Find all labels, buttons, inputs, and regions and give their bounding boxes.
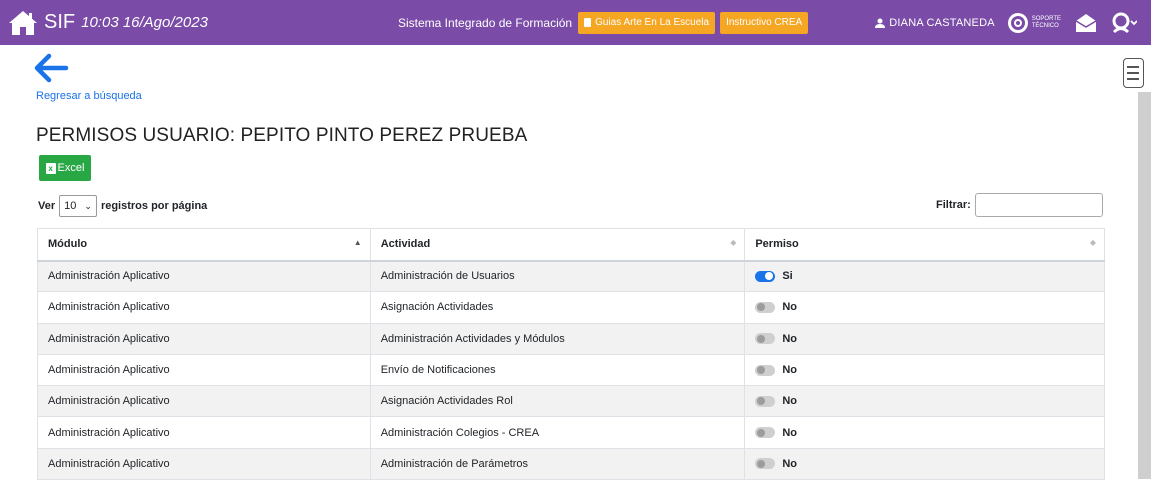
cell-modulo: Administración Aplicativo [37, 447, 371, 480]
table-row: Administración Aplicativo Administración … [37, 416, 1105, 449]
permission-toggle[interactable]: Si [755, 270, 1094, 282]
cell-modulo: Administración Aplicativo [37, 353, 371, 387]
cell-actividad: Administración de Parámetros [369, 447, 746, 480]
permission-label: No [782, 395, 798, 408]
toggle-switch-icon [755, 458, 776, 470]
support-link[interactable]: SOPORTE TÉCNICO [1007, 12, 1061, 34]
column-header-actividad[interactable]: Actividad ◆ [369, 228, 746, 262]
permission-toggle[interactable]: No [755, 395, 1094, 407]
table-row: Administración Aplicativo Asignación Acti… [37, 385, 1105, 418]
filter-input[interactable] [974, 193, 1103, 217]
cell-actividad: Envío de Notificaciones [369, 353, 746, 387]
system-title: Sistema Integrado de Formación [398, 15, 573, 30]
menu-icon[interactable] [1123, 58, 1144, 88]
toggle-switch-icon [755, 427, 776, 439]
toggle-switch-icon [755, 364, 776, 376]
length-prefix: Ver [38, 200, 56, 212]
cell-permiso: No [744, 322, 1105, 355]
guias-button[interactable]: Guias Arte En La Escuela [578, 11, 716, 34]
brand-name: SIF [44, 11, 76, 33]
permission-label: No [782, 426, 798, 439]
permission-label: No [782, 457, 798, 470]
permission-toggle[interactable]: No [755, 333, 1094, 345]
table-row: Administración Aplicativo Administración … [37, 322, 1105, 355]
permission-label: Si [782, 270, 793, 283]
cell-permiso: No [744, 447, 1105, 480]
table-row: Administración Aplicativo Administración … [37, 259, 1105, 293]
toggle-switch-icon [755, 270, 776, 282]
cell-permiso: No [744, 416, 1105, 449]
guias-button-label: Guias Arte En La Escuela [595, 16, 710, 28]
cell-modulo: Administración Aplicativo [37, 322, 371, 355]
page-length-control: Ver 10 ⌄ registros por página [38, 195, 207, 217]
toggle-switch-icon [755, 333, 776, 345]
user-menu-icon[interactable] [1111, 12, 1137, 34]
cell-actividad: Administración Colegios - CREA [369, 416, 746, 449]
cell-modulo: Administración Aplicativo [37, 259, 371, 293]
document-icon [584, 18, 592, 27]
instructivo-button[interactable]: Instructivo CREA [720, 11, 809, 34]
filter-label: Filtrar: [936, 199, 971, 211]
page-length-select[interactable]: 10 ⌄ [59, 195, 97, 217]
header-datetime: 10:03 16/Ago/2023 [81, 14, 208, 31]
column-header-label: Actividad [380, 238, 431, 251]
permission-toggle[interactable]: No [755, 364, 1094, 376]
chevron-down-icon: ⌄ [84, 200, 92, 211]
column-header-permiso[interactable]: Permiso ◆ [744, 228, 1105, 262]
brand[interactable]: SIF 10:03 16/Ago/2023 [8, 10, 208, 36]
permission-toggle[interactable]: No [755, 301, 1094, 313]
permission-toggle[interactable]: No [755, 427, 1094, 439]
length-suffix: registros por página [100, 200, 208, 212]
support-logo-icon [1007, 12, 1028, 33]
mail-icon[interactable] [1075, 13, 1097, 33]
user-icon [875, 18, 886, 28]
username[interactable]: DIANA CASTANEDA [889, 17, 995, 29]
cell-permiso: No [744, 353, 1105, 387]
cell-permiso: Si [744, 259, 1105, 293]
permission-label: No [782, 332, 798, 345]
toggle-switch-icon [755, 395, 776, 407]
back-arrow-icon[interactable] [33, 52, 69, 84]
excel-icon: x [45, 162, 56, 174]
table-row: Administración Aplicativo Envío de Notifi… [37, 353, 1105, 387]
scrollbar[interactable] [1138, 92, 1151, 479]
cell-modulo: Administración Aplicativo [37, 385, 371, 418]
excel-button-label: Excel [57, 162, 85, 174]
cell-actividad: Administración Actividades y Módulos [369, 322, 746, 355]
toggle-switch-icon [755, 301, 776, 313]
permission-toggle[interactable]: No [755, 458, 1094, 470]
top-navbar: SIF 10:03 16/Ago/2023 Sistema Integrado … [0, 0, 1151, 45]
permissions-table: Módulo ▲ Actividad ◆ Permiso ◆ Administr… [37, 228, 1105, 480]
cell-actividad: Administración de Usuarios [369, 259, 746, 293]
sort-icon: ◆ [1089, 238, 1096, 247]
instructivo-button-label: Instructivo CREA [726, 16, 803, 28]
table-row: Administración Aplicativo Administración … [37, 447, 1105, 480]
cell-permiso: No [744, 291, 1105, 324]
permission-label: No [782, 301, 798, 314]
cell-actividad: Asignación Actividades [369, 291, 746, 324]
back-to-search-link[interactable]: Regresar a búsqueda [36, 90, 142, 102]
table-header-row: Módulo ▲ Actividad ◆ Permiso ◆ [37, 228, 1105, 262]
column-header-label: Módulo [48, 238, 88, 251]
support-line-2: TÉCNICO [1031, 22, 1059, 29]
home-icon [9, 10, 37, 35]
cell-modulo: Administración Aplicativo [37, 416, 371, 449]
table-row: Administración Aplicativo Asignación Acti… [37, 291, 1105, 324]
cell-permiso: No [744, 385, 1105, 418]
excel-export-button[interactable]: x Excel [39, 155, 91, 181]
cell-modulo: Administración Aplicativo [37, 291, 371, 324]
page-length-value: 10 [64, 200, 77, 212]
sort-asc-icon: ▲ [353, 238, 362, 247]
filter-control: Filtrar: [936, 193, 1103, 217]
permission-label: No [782, 364, 798, 377]
support-line-1: SOPORTE [1031, 15, 1061, 22]
cell-actividad: Asignación Actividades Rol [369, 385, 746, 418]
sort-icon: ◆ [730, 238, 737, 247]
page-title: PERMISOS USUARIO: PEPITO PINTO PEREZ PRU… [36, 125, 528, 146]
column-header-modulo[interactable]: Módulo ▲ [37, 228, 371, 262]
column-header-label: Permiso [755, 238, 799, 251]
